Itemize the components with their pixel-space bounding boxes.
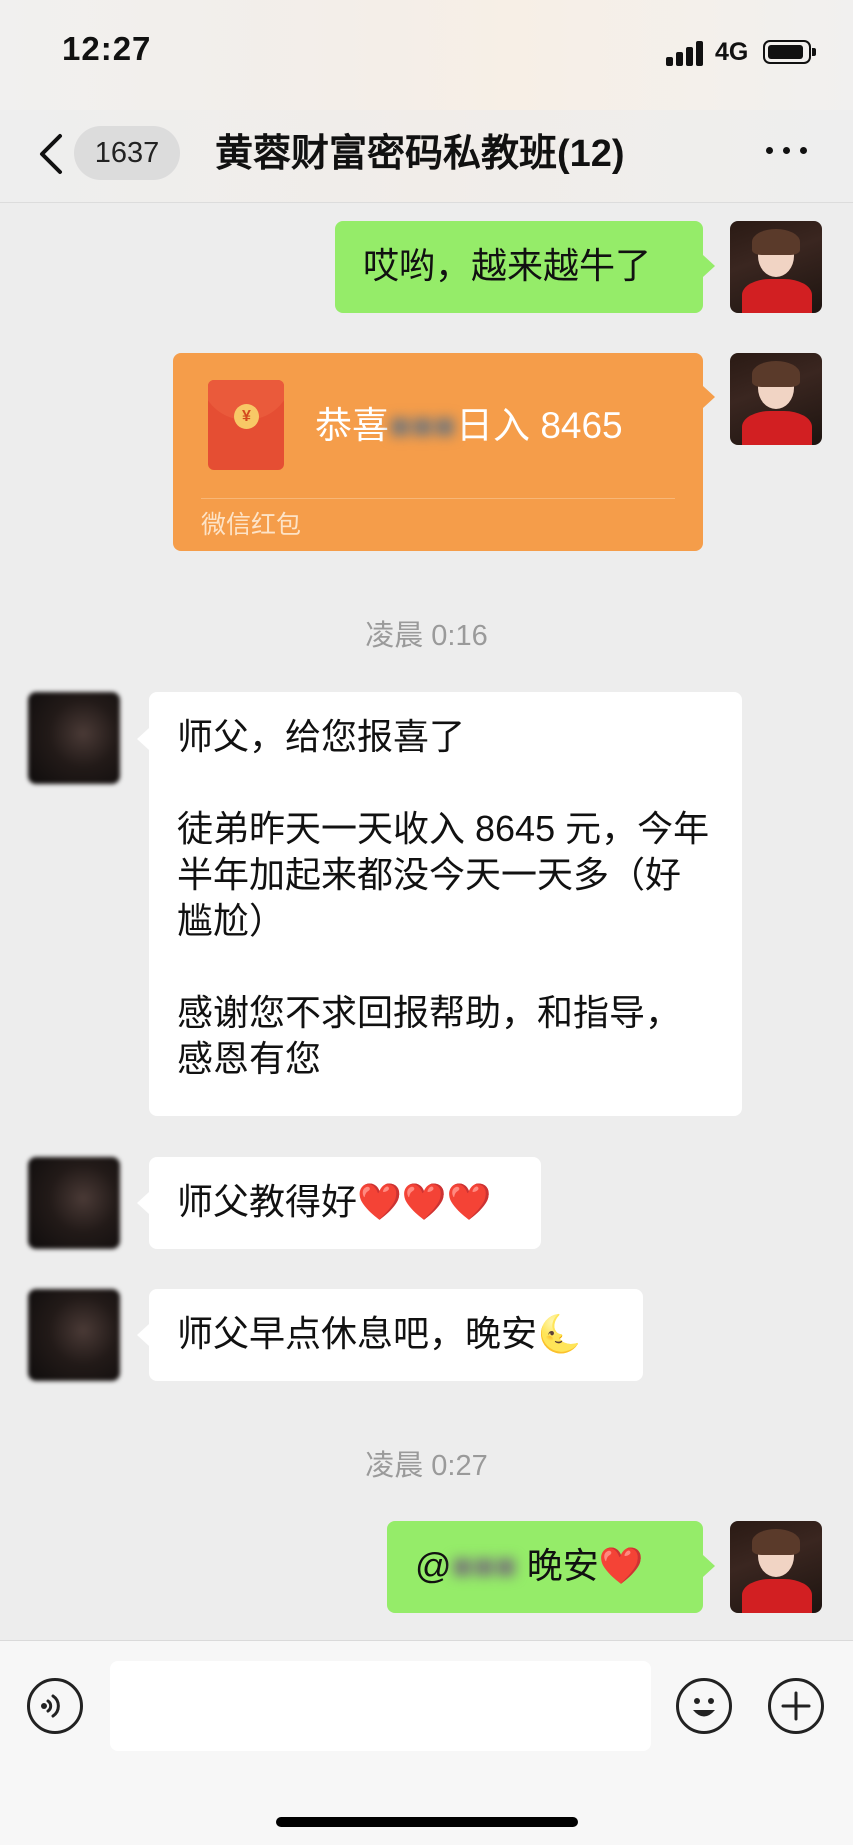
red-packet-suffix: 日入 8465: [456, 405, 623, 446]
voice-icon[interactable]: [27, 1678, 83, 1734]
my-avatar[interactable]: [730, 353, 822, 445]
back-chevron-icon[interactable]: [34, 132, 74, 176]
message-text: 哎哟，越来越牛了: [363, 245, 652, 286]
sender-avatar[interactable]: [28, 692, 120, 784]
red-packet[interactable]: ¥ 恭喜■■■日入 8465 微信红包: [173, 353, 703, 551]
red-packet-label: 微信红包: [201, 511, 302, 539]
chat-header: 1637 黄蓉财富密码私教班(12): [0, 110, 853, 203]
mention-at: @: [415, 1545, 452, 1586]
message-input[interactable]: [110, 1661, 651, 1751]
blurred-name: ■■■: [451, 1545, 517, 1586]
blurred-name: ■■■: [389, 405, 457, 446]
network-type: 4G: [715, 38, 749, 66]
message-text: 晚安❤️: [516, 1545, 644, 1586]
incoming-message[interactable]: 师父，给您报喜了 徒弟昨天一天收入 8645 元，今年半年加起来都没今天一天多（…: [149, 692, 742, 1116]
moon-emoji-icon: 🌜: [537, 1313, 582, 1354]
incoming-message[interactable]: 师父教得好❤️❤️❤️: [149, 1157, 541, 1249]
battery-icon: [763, 40, 816, 64]
emoji-icon[interactable]: [676, 1678, 732, 1734]
message-text: 师父，给您报喜了 徒弟昨天一天收入 8645 元，今年半年加起来都没今天一天多（…: [177, 716, 710, 1079]
signal-icon: [666, 40, 708, 66]
incoming-message[interactable]: 师父早点休息吧，晚安🌜: [149, 1289, 643, 1381]
my-avatar[interactable]: [730, 221, 822, 313]
timestamp: 凌晨 0:16: [365, 620, 488, 652]
message-text: 师父教得好❤️❤️❤️: [177, 1181, 492, 1222]
sender-avatar[interactable]: [28, 1157, 120, 1249]
status-time: 12:27: [62, 30, 152, 67]
message-text: 师父早点休息吧，晚安: [177, 1313, 538, 1354]
red-envelope-icon: ¥: [208, 380, 284, 470]
more-icon[interactable]: [762, 140, 812, 160]
chat-title: 黄蓉财富密码私教班(12): [215, 133, 625, 175]
outgoing-message[interactable]: @■■■ 晚安❤️: [387, 1521, 703, 1613]
home-indicator: [276, 1817, 578, 1827]
input-bar: [0, 1640, 853, 1845]
timestamp: 凌晨 0:27: [365, 1450, 488, 1482]
my-avatar[interactable]: [730, 1521, 822, 1613]
unread-count-badge[interactable]: 1637: [74, 126, 180, 180]
status-bar: 12:27 4G: [0, 0, 853, 110]
red-packet-greeting: 恭喜■■■日入 8465: [315, 395, 623, 449]
red-packet-prefix: 恭喜: [315, 405, 389, 446]
plus-icon[interactable]: [768, 1678, 824, 1734]
outgoing-message[interactable]: 哎哟，越来越牛了: [335, 221, 703, 313]
sender-avatar[interactable]: [28, 1289, 120, 1381]
